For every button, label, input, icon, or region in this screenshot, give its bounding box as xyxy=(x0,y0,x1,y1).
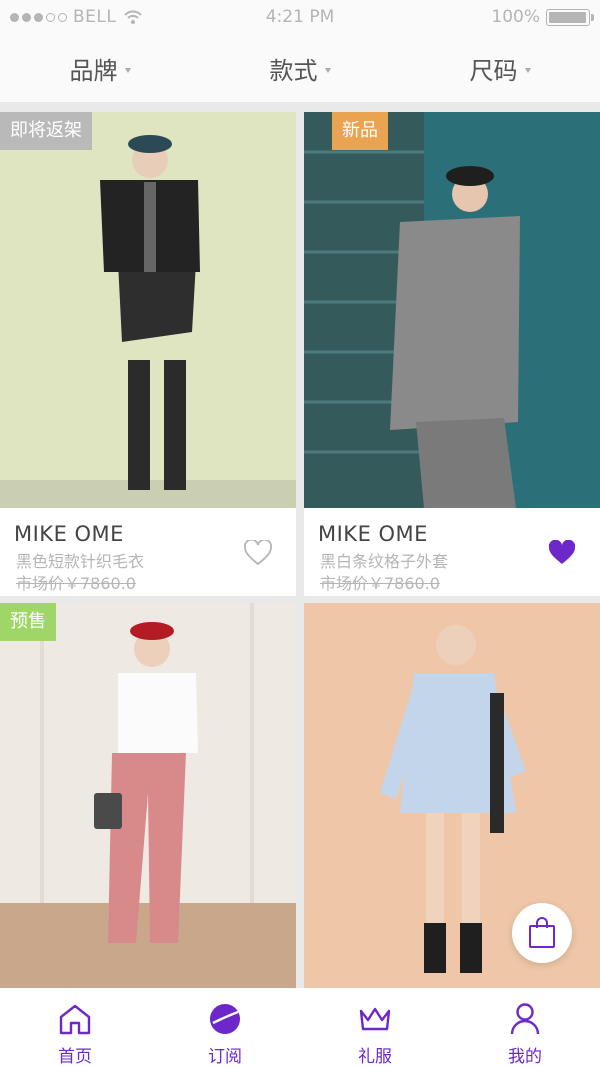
tab-dress[interactable]: 礼服 xyxy=(300,988,450,1067)
filter-bar: 品牌 款式 尺码 xyxy=(0,34,600,102)
shopping-bag-icon xyxy=(529,917,555,948)
product-price: 市场价￥7860.0 xyxy=(16,574,136,593)
subscribe-icon xyxy=(208,1002,242,1036)
product-brand: MIKE OME xyxy=(14,522,124,546)
caret-down-icon xyxy=(524,67,531,73)
product-name: 黑色短款针织毛衣 xyxy=(16,552,145,571)
cart-button[interactable] xyxy=(512,903,572,963)
tab-label: 首页 xyxy=(58,1047,92,1067)
product-photo xyxy=(0,112,296,508)
status-tag: 新品 xyxy=(332,112,388,150)
product-photo xyxy=(0,603,296,988)
battery-status: 100% xyxy=(491,7,594,27)
status-tag: 预售 xyxy=(0,603,56,641)
product-photo xyxy=(304,112,600,508)
product-card[interactable]: 预售 xyxy=(0,603,296,988)
filter-style[interactable]: 款式 xyxy=(200,34,400,102)
product-brand: MIKE OME xyxy=(318,522,428,546)
home-icon xyxy=(58,1002,92,1036)
battery-icon xyxy=(546,8,594,26)
tab-bar: 首页 订阅 礼服 我的 xyxy=(0,988,600,1067)
product-price: 市场价￥7860.0 xyxy=(320,574,440,593)
filter-label: 款式 xyxy=(269,56,318,85)
caret-down-icon xyxy=(324,67,331,73)
tab-label: 订阅 xyxy=(208,1047,242,1067)
tab-label: 我的 xyxy=(508,1047,542,1067)
tab-subscribe[interactable]: 订阅 xyxy=(150,988,300,1067)
product-card[interactable]: 即将返架 MIKE OME 黑色短款针织毛衣 市场价￥7860.0 xyxy=(0,112,296,596)
tab-label: 礼服 xyxy=(358,1047,392,1067)
status-tag: 即将返架 xyxy=(0,112,92,150)
status-bar: BELL 4:21 PM 100% xyxy=(0,0,600,34)
product-card[interactable]: 新品 MIKE OME 黑白条纹格子外套 市场价￥7860.0 xyxy=(304,112,600,596)
filter-label: 品牌 xyxy=(69,56,118,85)
profile-icon xyxy=(508,1002,542,1036)
crown-icon xyxy=(358,1002,392,1036)
heart-filled-icon[interactable] xyxy=(548,540,576,566)
filter-brand[interactable]: 品牌 xyxy=(0,34,200,102)
tab-home[interactable]: 首页 xyxy=(0,988,150,1067)
tab-profile[interactable]: 我的 xyxy=(450,988,600,1067)
battery-percent: 100% xyxy=(491,7,540,27)
product-info: MIKE OME 黑白条纹格子外套 市场价￥7860.0 xyxy=(304,512,600,596)
product-info: MIKE OME 黑色短款针织毛衣 市场价￥7860.0 xyxy=(0,512,296,596)
caret-down-icon xyxy=(124,67,131,73)
product-name: 黑白条纹格子外套 xyxy=(320,552,449,571)
filter-size[interactable]: 尺码 xyxy=(400,34,600,102)
heart-outline-icon[interactable] xyxy=(244,540,272,566)
filter-label: 尺码 xyxy=(469,56,518,85)
